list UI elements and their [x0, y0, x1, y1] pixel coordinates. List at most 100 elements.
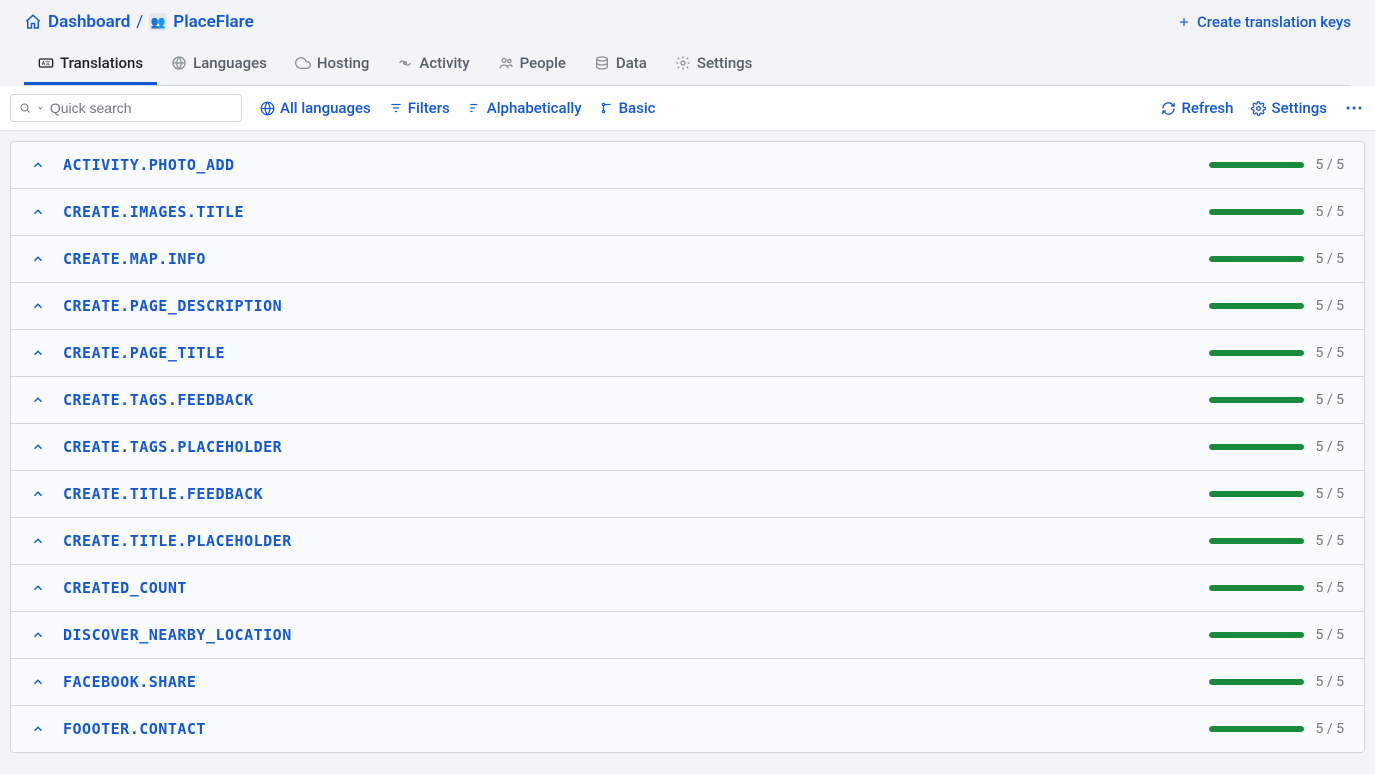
breadcrumb: Dashboard / 👥 PlaceFlare [24, 12, 254, 32]
tab-hosting[interactable]: Hosting [281, 44, 384, 85]
tab-translations[interactable]: A文Translations [24, 44, 157, 85]
hosting-icon [295, 55, 311, 71]
gear-icon [1251, 101, 1266, 116]
translation-key-name[interactable]: FACEBOOK.SHARE [63, 673, 196, 691]
settings-label: Settings [1271, 99, 1327, 117]
filter-icon [389, 101, 403, 115]
progress-ratio: 5 / 5 [1316, 439, 1344, 455]
settings-button[interactable]: Settings [1251, 99, 1327, 117]
progress-ratio: 5 / 5 [1316, 721, 1344, 737]
create-key-label: Create translation keys [1197, 13, 1351, 31]
translation-key-list: ACTIVITY.PHOTO_ADD 5 / 5 CREATE.IMAGES.TIT… [10, 141, 1365, 753]
sort-icon [468, 101, 482, 115]
svg-text:A文: A文 [42, 59, 52, 67]
activity-icon [397, 55, 413, 71]
translation-key-row[interactable]: CREATE.TAGS.FEEDBACK 5 / 5 [11, 377, 1364, 424]
progress-ratio: 5 / 5 [1316, 251, 1344, 267]
breadcrumb-separator: / [136, 12, 143, 32]
chevron-up-icon[interactable] [31, 346, 45, 360]
sort-label: Alphabetically [487, 99, 582, 117]
tab-people[interactable]: People [484, 44, 580, 85]
filters-button[interactable]: Filters [389, 99, 450, 117]
chevron-up-icon[interactable] [31, 675, 45, 689]
progress-ratio: 5 / 5 [1316, 627, 1344, 643]
translation-key-name[interactable]: CREATE.PAGE_TITLE [63, 344, 225, 362]
progress-bar [1209, 538, 1304, 544]
create-translation-keys-button[interactable]: Create translation keys [1177, 13, 1351, 31]
tab-data[interactable]: Data [580, 44, 661, 85]
translation-key-row[interactable]: CREATE.PAGE_DESCRIPTION5 / 5 [11, 283, 1364, 330]
chevron-up-icon[interactable] [31, 393, 45, 407]
chevron-up-icon[interactable] [31, 722, 45, 736]
breadcrumb-project[interactable]: PlaceFlare [173, 12, 253, 32]
chevron-up-icon[interactable] [31, 628, 45, 642]
translation-key-row[interactable]: ACTIVITY.PHOTO_ADD 5 / 5 [11, 142, 1364, 189]
home-icon[interactable] [24, 13, 42, 31]
translation-key-name[interactable]: CREATE.IMAGES.TITLE [63, 203, 244, 221]
translation-key-row[interactable]: CREATE.TAGS.PLACEHOLDER 5 / 5 [11, 424, 1364, 471]
progress-ratio: 5 / 5 [1316, 674, 1344, 690]
chevron-up-icon[interactable] [31, 581, 45, 595]
project-emoji: 👥 [149, 13, 167, 31]
more-icon: ⋯ [1345, 98, 1365, 119]
tab-activity[interactable]: Activity [383, 44, 483, 85]
refresh-button[interactable]: Refresh [1161, 99, 1233, 117]
translation-key-row[interactable]: DISCOVER_NEARBY_LOCATION 5 / 5 [11, 612, 1364, 659]
translation-key-row[interactable]: CREATE.PAGE_TITLE5 / 5 [11, 330, 1364, 377]
tabs: A文Translations Languages HostingActivity Pe… [24, 44, 1351, 86]
tab-label: Settings [697, 54, 753, 72]
breadcrumb-dashboard[interactable]: Dashboard [48, 12, 130, 32]
translation-key-name[interactable]: CREATE.TITLE.PLACEHOLDER [63, 532, 292, 550]
chevron-up-icon[interactable] [31, 487, 45, 501]
translation-key-row[interactable]: CREATE.TITLE.PLACEHOLDER5 / 5 [11, 518, 1364, 565]
chevron-up-icon[interactable] [31, 440, 45, 454]
tab-settings[interactable]: Settings [661, 44, 767, 85]
translation-key-row[interactable]: CREATE.TITLE.FEEDBACK 5 / 5 [11, 471, 1364, 518]
more-actions-button[interactable]: ⋯ [1345, 98, 1365, 119]
progress-bar [1209, 162, 1304, 168]
progress-ratio: 5 / 5 [1316, 486, 1344, 502]
people-icon [498, 55, 514, 71]
tab-label: People [520, 54, 566, 72]
search-input[interactable] [50, 100, 233, 116]
progress-bar [1209, 726, 1304, 732]
translation-key-name[interactable]: CREATE.TAGS.FEEDBACK [63, 391, 254, 409]
plus-icon [1177, 15, 1191, 29]
translation-key-name[interactable]: CREATED_COUNT [63, 579, 187, 597]
translation-key-row[interactable]: FOOOTER.CONTACT 5 / 5 [11, 706, 1364, 752]
progress-ratio: 5 / 5 [1316, 392, 1344, 408]
translation-key-row[interactable]: FACEBOOK.SHARE 5 / 5 [11, 659, 1364, 706]
chevron-up-icon[interactable] [31, 534, 45, 548]
refresh-icon [1161, 101, 1176, 116]
translation-key-row[interactable]: CREATE.IMAGES.TITLE5 / 5 [11, 189, 1364, 236]
translation-key-name[interactable]: CREATE.TAGS.PLACEHOLDER [63, 438, 282, 456]
all-languages-filter[interactable]: All languages [260, 99, 371, 117]
chevron-up-icon[interactable] [31, 252, 45, 266]
translation-key-name[interactable]: CREATE.PAGE_DESCRIPTION [63, 297, 282, 315]
tab-label: Languages [193, 54, 267, 72]
search-input-wrapper[interactable] [10, 94, 242, 122]
progress-ratio: 5 / 5 [1316, 157, 1344, 173]
translation-key-row[interactable]: CREATED_COUNT5 / 5 [11, 565, 1364, 612]
tab-label: Data [616, 54, 647, 72]
refresh-label: Refresh [1181, 99, 1233, 117]
view-label: Basic [619, 99, 656, 117]
sort-alphabetically-button[interactable]: Alphabetically [468, 99, 582, 117]
translation-key-name[interactable]: FOOOTER.CONTACT [63, 720, 206, 738]
chevron-up-icon[interactable] [31, 205, 45, 219]
translation-key-name[interactable]: ACTIVITY.PHOTO_ADD [63, 156, 235, 174]
translation-key-name[interactable]: CREATE.MAP.INFO [63, 250, 206, 268]
chevron-up-icon[interactable] [31, 158, 45, 172]
progress-bar [1209, 632, 1304, 638]
translation-key-name[interactable]: CREATE.TITLE.FEEDBACK [63, 485, 263, 503]
view-basic-button[interactable]: Basic [600, 99, 656, 117]
languages-icon [171, 55, 187, 71]
toolbar: All languages Filters Alphabetically Bas… [0, 86, 1375, 131]
translation-key-name[interactable]: DISCOVER_NEARBY_LOCATION [63, 626, 292, 644]
tab-languages[interactable]: Languages [157, 44, 281, 85]
progress-bar [1209, 491, 1304, 497]
progress-bar [1209, 397, 1304, 403]
translation-key-row[interactable]: CREATE.MAP.INFO 5 / 5 [11, 236, 1364, 283]
progress-bar [1209, 256, 1304, 262]
chevron-up-icon[interactable] [31, 299, 45, 313]
